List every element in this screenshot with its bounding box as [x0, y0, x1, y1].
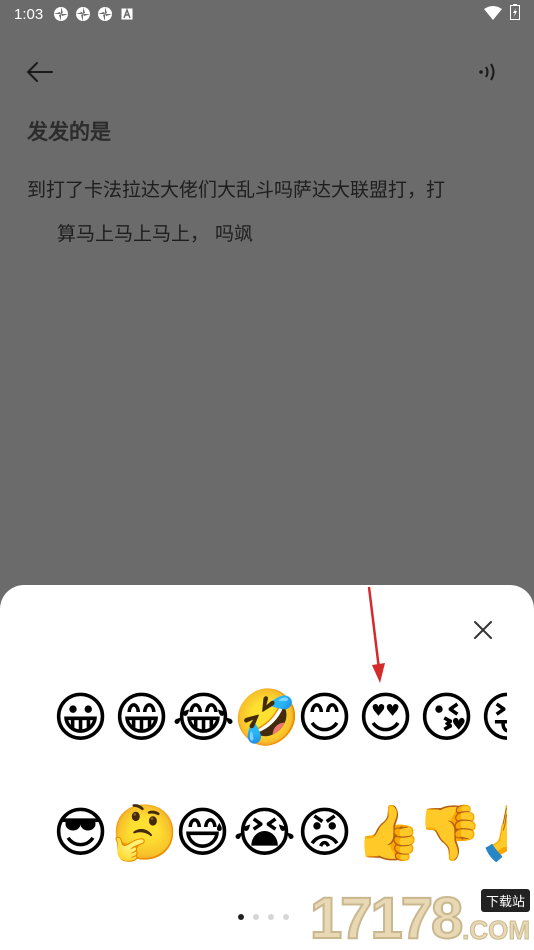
emoji-kiss[interactable]: 😘: [416, 685, 477, 750]
emoji-pager[interactable]: 😀 😁 😂 🤣 😊 😍 😘 😝 😎 🤔 😅 😭 😡 👍 👎 🙏: [50, 685, 507, 875]
note-title: 发发的是: [27, 120, 111, 144]
note-toolbar: [0, 50, 534, 94]
page-dot[interactable]: [268, 914, 274, 920]
emoji-angry[interactable]: 😡: [294, 800, 355, 865]
read-aloud-icon: [479, 63, 495, 81]
emoji-tongue[interactable]: 😝: [477, 685, 507, 750]
back-button[interactable]: [24, 58, 56, 86]
watermark-suffix: .COM: [462, 915, 531, 946]
a-box-icon: [119, 6, 135, 22]
emoji-beaming[interactable]: 😁: [111, 685, 172, 750]
note-body-line: 算马上马上马上， 吗飒: [57, 223, 254, 245]
status-right: [484, 4, 520, 24]
status-time: 1:03: [14, 5, 44, 23]
emoji-tears-of-joy[interactable]: 😂: [172, 685, 235, 750]
emoji-thinking[interactable]: 🤔: [111, 800, 178, 865]
watermark-digits: 17178: [309, 885, 464, 950]
arrow-left-icon: [26, 62, 53, 82]
watermark-badge: 下载站: [480, 889, 530, 912]
note-body: 到打了卡法拉达大佬们大乱斗吗萨达大联盟打，打 算马上马上马上， 吗飒: [27, 168, 512, 256]
aperture-icon: [97, 6, 113, 22]
page-dot[interactable]: [253, 914, 259, 920]
emoji-smiling[interactable]: 😊: [294, 685, 355, 750]
page-dot[interactable]: [283, 914, 289, 920]
emoji-grinning[interactable]: 😀: [50, 685, 111, 750]
status-bar: 1:03: [0, 0, 534, 28]
page-dot[interactable]: [238, 914, 244, 920]
emoji-sweat-smile[interactable]: 😅: [172, 800, 233, 865]
emoji-pray[interactable]: 🙏: [477, 800, 507, 865]
aperture-icon: [75, 6, 91, 22]
close-button[interactable]: [472, 619, 494, 641]
emoji-rolling-laughing[interactable]: 🤣: [233, 685, 300, 750]
emoji-heart-eyes[interactable]: 😍: [355, 685, 416, 750]
emoji-thumbs-down[interactable]: 👎: [416, 800, 483, 865]
emoji-row: 😎 🤔 😅 😭 😡 👍 👎 🙏: [50, 800, 507, 865]
close-icon: [474, 621, 492, 639]
emoji-row: 😀 😁 😂 🤣 😊 😍 😘 😝: [50, 685, 507, 750]
emoji-thumbs-up[interactable]: 👍: [355, 800, 422, 865]
page-indicator: [238, 914, 289, 920]
annotation-arrow: [367, 586, 385, 683]
battery-icon: [510, 4, 520, 24]
wifi-icon: [484, 5, 502, 24]
aperture-icon: [53, 6, 69, 22]
emoji-sunglasses[interactable]: 😎: [50, 800, 111, 865]
read-aloud-button[interactable]: [476, 60, 500, 84]
site-watermark: 17178 下载站 .COM: [308, 885, 534, 950]
emoji-crying[interactable]: 😭: [233, 800, 296, 865]
note-body-line: 到打了卡法拉达大佬们大乱斗吗萨达大联盟打，打: [27, 179, 446, 201]
